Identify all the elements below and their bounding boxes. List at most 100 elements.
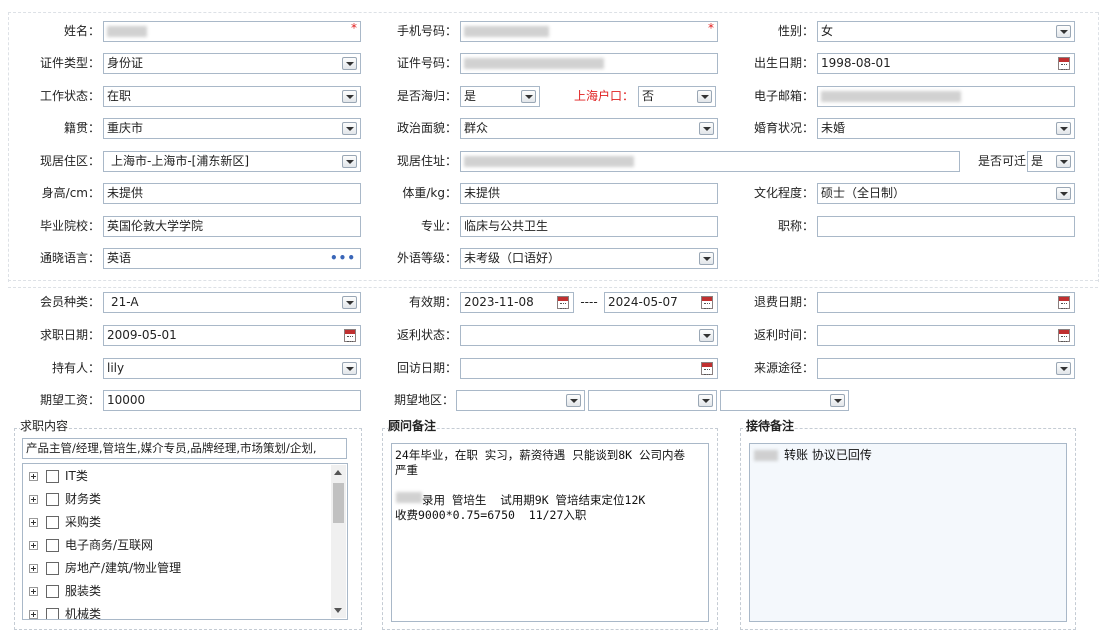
calendar-icon[interactable]	[344, 329, 356, 342]
calendar-icon[interactable]	[1058, 329, 1070, 342]
rebate-status-select[interactable]	[460, 325, 718, 346]
expand-plus-icon[interactable]	[29, 495, 38, 504]
reception-notes-title: 接待备注	[746, 418, 795, 434]
tree-item[interactable]: 采购类	[29, 512, 101, 532]
region-province-select[interactable]	[456, 390, 585, 411]
major-field[interactable]: 临床与公共卫生	[460, 216, 718, 237]
idno-field[interactable]	[460, 53, 718, 74]
title-label: 职称：	[777, 219, 814, 233]
checkbox[interactable]	[46, 562, 59, 575]
chevron-down-icon[interactable]	[699, 252, 714, 265]
school-field[interactable]: 英国伦敦大学学院	[103, 216, 361, 237]
right-border	[1098, 12, 1099, 282]
chevron-down-icon[interactable]	[1056, 155, 1071, 168]
checkbox[interactable]	[46, 470, 59, 483]
jobseek-date-field[interactable]: 2009-05-01	[103, 325, 361, 346]
expand-plus-icon[interactable]	[29, 541, 38, 550]
residence-select[interactable]: 上海市-上海市-[浦东新区]	[103, 151, 361, 172]
returnee-select[interactable]: 是	[460, 86, 540, 107]
name-field[interactable]: *	[103, 21, 361, 42]
title-field[interactable]	[817, 216, 1075, 237]
edu-select[interactable]: 硕士（全日制）	[817, 183, 1075, 204]
region-city-select[interactable]	[588, 390, 717, 411]
valid-to-value: 2024-05-07	[608, 295, 678, 309]
address-field[interactable]	[460, 151, 960, 172]
valid-to-field[interactable]: 2024-05-07	[604, 292, 718, 313]
expand-plus-icon[interactable]	[29, 518, 38, 527]
expand-plus-icon[interactable]	[29, 564, 38, 573]
checkbox[interactable]	[46, 539, 59, 552]
salary-field[interactable]: 10000	[103, 390, 361, 411]
job-summary-field[interactable]: 产品主管/经理,管培生,媒介专员,品牌经理,市场策划/企划,	[22, 438, 347, 459]
height-field[interactable]: 未提供	[103, 183, 361, 204]
chevron-down-icon[interactable]	[697, 90, 712, 103]
tree-item[interactable]: 电子商务/互联网	[29, 535, 153, 555]
phone-field[interactable]: *	[460, 21, 718, 42]
chevron-down-icon[interactable]	[342, 155, 357, 168]
tree-item[interactable]: IT类	[29, 466, 88, 486]
tree-scrollbar[interactable]	[331, 465, 346, 618]
chevron-down-icon[interactable]	[699, 329, 714, 342]
source-select[interactable]	[817, 358, 1075, 379]
chevron-down-icon[interactable]	[342, 57, 357, 70]
chevron-down-icon[interactable]	[521, 90, 536, 103]
chevron-down-icon[interactable]	[699, 122, 714, 135]
idtype-select[interactable]: 身份证	[103, 53, 361, 74]
calendar-icon[interactable]	[1058, 296, 1070, 309]
email-field[interactable]	[817, 86, 1075, 107]
scroll-up-icon[interactable]	[334, 470, 342, 475]
refund-date-field[interactable]	[817, 292, 1075, 313]
political-select[interactable]: 群众	[460, 118, 718, 139]
hukou-select[interactable]: 否	[638, 86, 716, 107]
expand-plus-icon[interactable]	[29, 587, 38, 596]
birth-date-field[interactable]: 1998-08-01	[817, 53, 1075, 74]
tree-item[interactable]: 房地产/建筑/物业管理	[29, 558, 181, 578]
checkbox[interactable]	[46, 585, 59, 598]
chevron-down-icon[interactable]	[830, 394, 845, 407]
valid-from-field[interactable]: 2023-11-08	[460, 292, 574, 313]
reception-notes-textarea[interactable]: 转账 协议已回传	[749, 443, 1067, 622]
visit-date-field[interactable]	[460, 358, 718, 379]
work-status-select[interactable]: 在职	[103, 86, 361, 107]
region-district-select[interactable]	[720, 390, 849, 411]
chevron-down-icon[interactable]	[698, 394, 713, 407]
checkbox[interactable]	[46, 493, 59, 506]
chevron-down-icon[interactable]	[342, 90, 357, 103]
redacted-address	[464, 156, 634, 167]
scroll-thumb[interactable]	[333, 483, 344, 523]
calendar-icon[interactable]	[701, 296, 713, 309]
gender-select[interactable]: 女	[817, 21, 1075, 42]
chevron-down-icon[interactable]	[1056, 362, 1071, 375]
chevron-down-icon[interactable]	[1056, 122, 1071, 135]
marital-select[interactable]: 未婚	[817, 118, 1075, 139]
calendar-icon[interactable]	[557, 296, 569, 309]
job-category-tree[interactable]: IT类 财务类 采购类 电子商务/互联网 房地产/建筑/物业管理 服装类 机械类	[22, 463, 348, 620]
chevron-down-icon[interactable]	[1056, 187, 1071, 200]
rebate-time-field[interactable]	[817, 325, 1075, 346]
more-icon[interactable]: •••	[330, 249, 356, 268]
chevron-down-icon[interactable]	[342, 362, 357, 375]
checkbox[interactable]	[46, 516, 59, 529]
tree-item[interactable]: 财务类	[29, 489, 101, 509]
expand-plus-icon[interactable]	[29, 472, 38, 481]
expand-plus-icon[interactable]	[29, 610, 38, 619]
advisor-notes-textarea[interactable]: 24年毕业，在职 实习，薪资待遇 只能谈到8K 公司内卷 严重 录用 管培生 试…	[391, 443, 709, 622]
chevron-down-icon[interactable]	[1056, 25, 1071, 38]
weight-field[interactable]: 未提供	[460, 183, 718, 204]
calendar-icon[interactable]	[1058, 57, 1070, 70]
langlevel-select[interactable]: 未考级（口语好）	[460, 248, 718, 269]
chevron-down-icon[interactable]	[342, 296, 357, 309]
checkbox[interactable]	[46, 608, 59, 619]
advisor-note-line: 收费9000*0.75=6750 11/27入职	[395, 508, 587, 522]
tree-item[interactable]: 服装类	[29, 581, 101, 601]
calendar-icon[interactable]	[701, 362, 713, 375]
relocate-select[interactable]: 是	[1027, 151, 1075, 172]
native-select[interactable]: 重庆市	[103, 118, 361, 139]
member-type-select[interactable]: 21-A	[103, 292, 361, 313]
scroll-down-icon[interactable]	[334, 608, 342, 613]
holder-select[interactable]: lily	[103, 358, 361, 379]
lang-field[interactable]: 英语 •••	[103, 248, 361, 269]
tree-item[interactable]: 机械类	[29, 604, 101, 619]
chevron-down-icon[interactable]	[566, 394, 581, 407]
chevron-down-icon[interactable]	[342, 122, 357, 135]
